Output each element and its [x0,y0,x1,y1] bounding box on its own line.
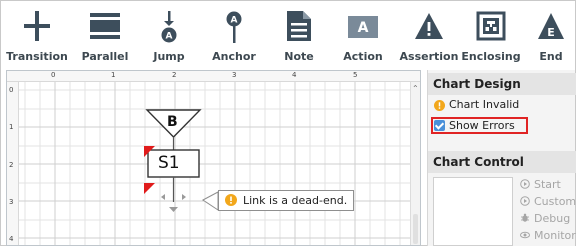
monitor-button[interactable]: Monitor [520,229,576,242]
parallel-label: Parallel [81,50,129,63]
enclosing-label: Enclosing [461,50,521,63]
right-arrow-handle[interactable] [182,194,186,200]
assertion-label: Assertion [399,50,459,63]
show-errors-label: Show Errors [449,119,515,132]
play-icon [520,179,530,189]
anchor-icon: A [226,11,242,43]
scroll-thumb[interactable] [413,214,418,244]
chart-list[interactable] [433,177,513,246]
svg-text:A: A [358,20,369,36]
anchor-label: Anchor [212,50,256,63]
action-icon: A [348,16,378,38]
jump-icon: A [161,11,177,43]
transition-icon [24,11,50,41]
anchor-tool[interactable]: A Anchor [204,1,264,70]
eye-icon [520,231,530,239]
error-marker [144,183,155,194]
scroll-up-icon[interactable]: ⌃ [412,84,419,93]
end-label: End [539,50,563,63]
action-label: Action [343,50,383,63]
down-arrow-handle[interactable] [169,207,178,212]
play-icon [520,196,530,206]
enclosing-tool[interactable]: Enclosing [461,1,521,70]
debug-button[interactable]: Debug [520,212,570,225]
jump-tool[interactable]: A Jump [141,1,197,70]
transition-tool[interactable]: Transition [5,1,69,70]
debug-label: Debug [534,212,571,225]
action-tool[interactable]: A Action [333,1,393,70]
transition-label: Transition [6,50,68,63]
note-tool[interactable]: Note [271,1,327,70]
tooltip-pointer [202,191,219,211]
jump-label: Jump [153,50,185,63]
parallel-icon [90,13,120,39]
chart-control-header: Chart Control [428,151,576,173]
error-tooltip: Link is a dead-end. [218,190,355,211]
custom-label: Custom [534,195,576,208]
chart-status-text: Chart Invalid [449,98,520,111]
tooltip-text: Link is a dead-end. [243,194,348,207]
note-label: Note [284,50,314,63]
jump-node-label: B [167,114,178,130]
vertical-scrollbar[interactable]: ⌃ [410,82,420,245]
svg-text:E: E [547,26,555,39]
step-node-label: S1 [158,153,180,173]
chart-status: Chart Invalid [434,97,519,113]
start-label: Start [534,178,561,191]
start-button[interactable]: Start [520,178,561,191]
left-arrow-handle[interactable] [161,194,165,200]
end-icon: E [538,13,564,39]
end-tool[interactable]: E End [527,1,575,70]
assertion-tool[interactable]: Assertion [399,1,459,70]
toolbar: Transition Parallel A Jump A Anchor Note… [1,1,575,70]
warning-icon [225,194,237,206]
svg-text:A: A [231,16,238,26]
parallel-tool[interactable]: Parallel [75,1,135,70]
enclosing-icon [476,11,506,41]
show-errors-checkbox[interactable]: Show Errors [434,118,515,134]
custom-button[interactable]: Custom [520,195,576,208]
assertion-icon [415,13,443,39]
right-panel: Chart Design Chart Invalid Show Errors C… [427,70,576,246]
monitor-label: Monitor [534,229,576,242]
note-icon [287,11,311,41]
chart-canvas[interactable]: 0 1 2 3 4 5 0 1 2 3 4 B S1 Link is a dea… [6,70,421,246]
warning-icon [434,99,445,111]
chart-elements [144,109,219,212]
checkbox-checked-icon[interactable] [434,119,445,131]
svg-text:A: A [166,32,173,42]
chart-design-header: Chart Design [428,73,576,95]
bug-icon [521,213,529,222]
